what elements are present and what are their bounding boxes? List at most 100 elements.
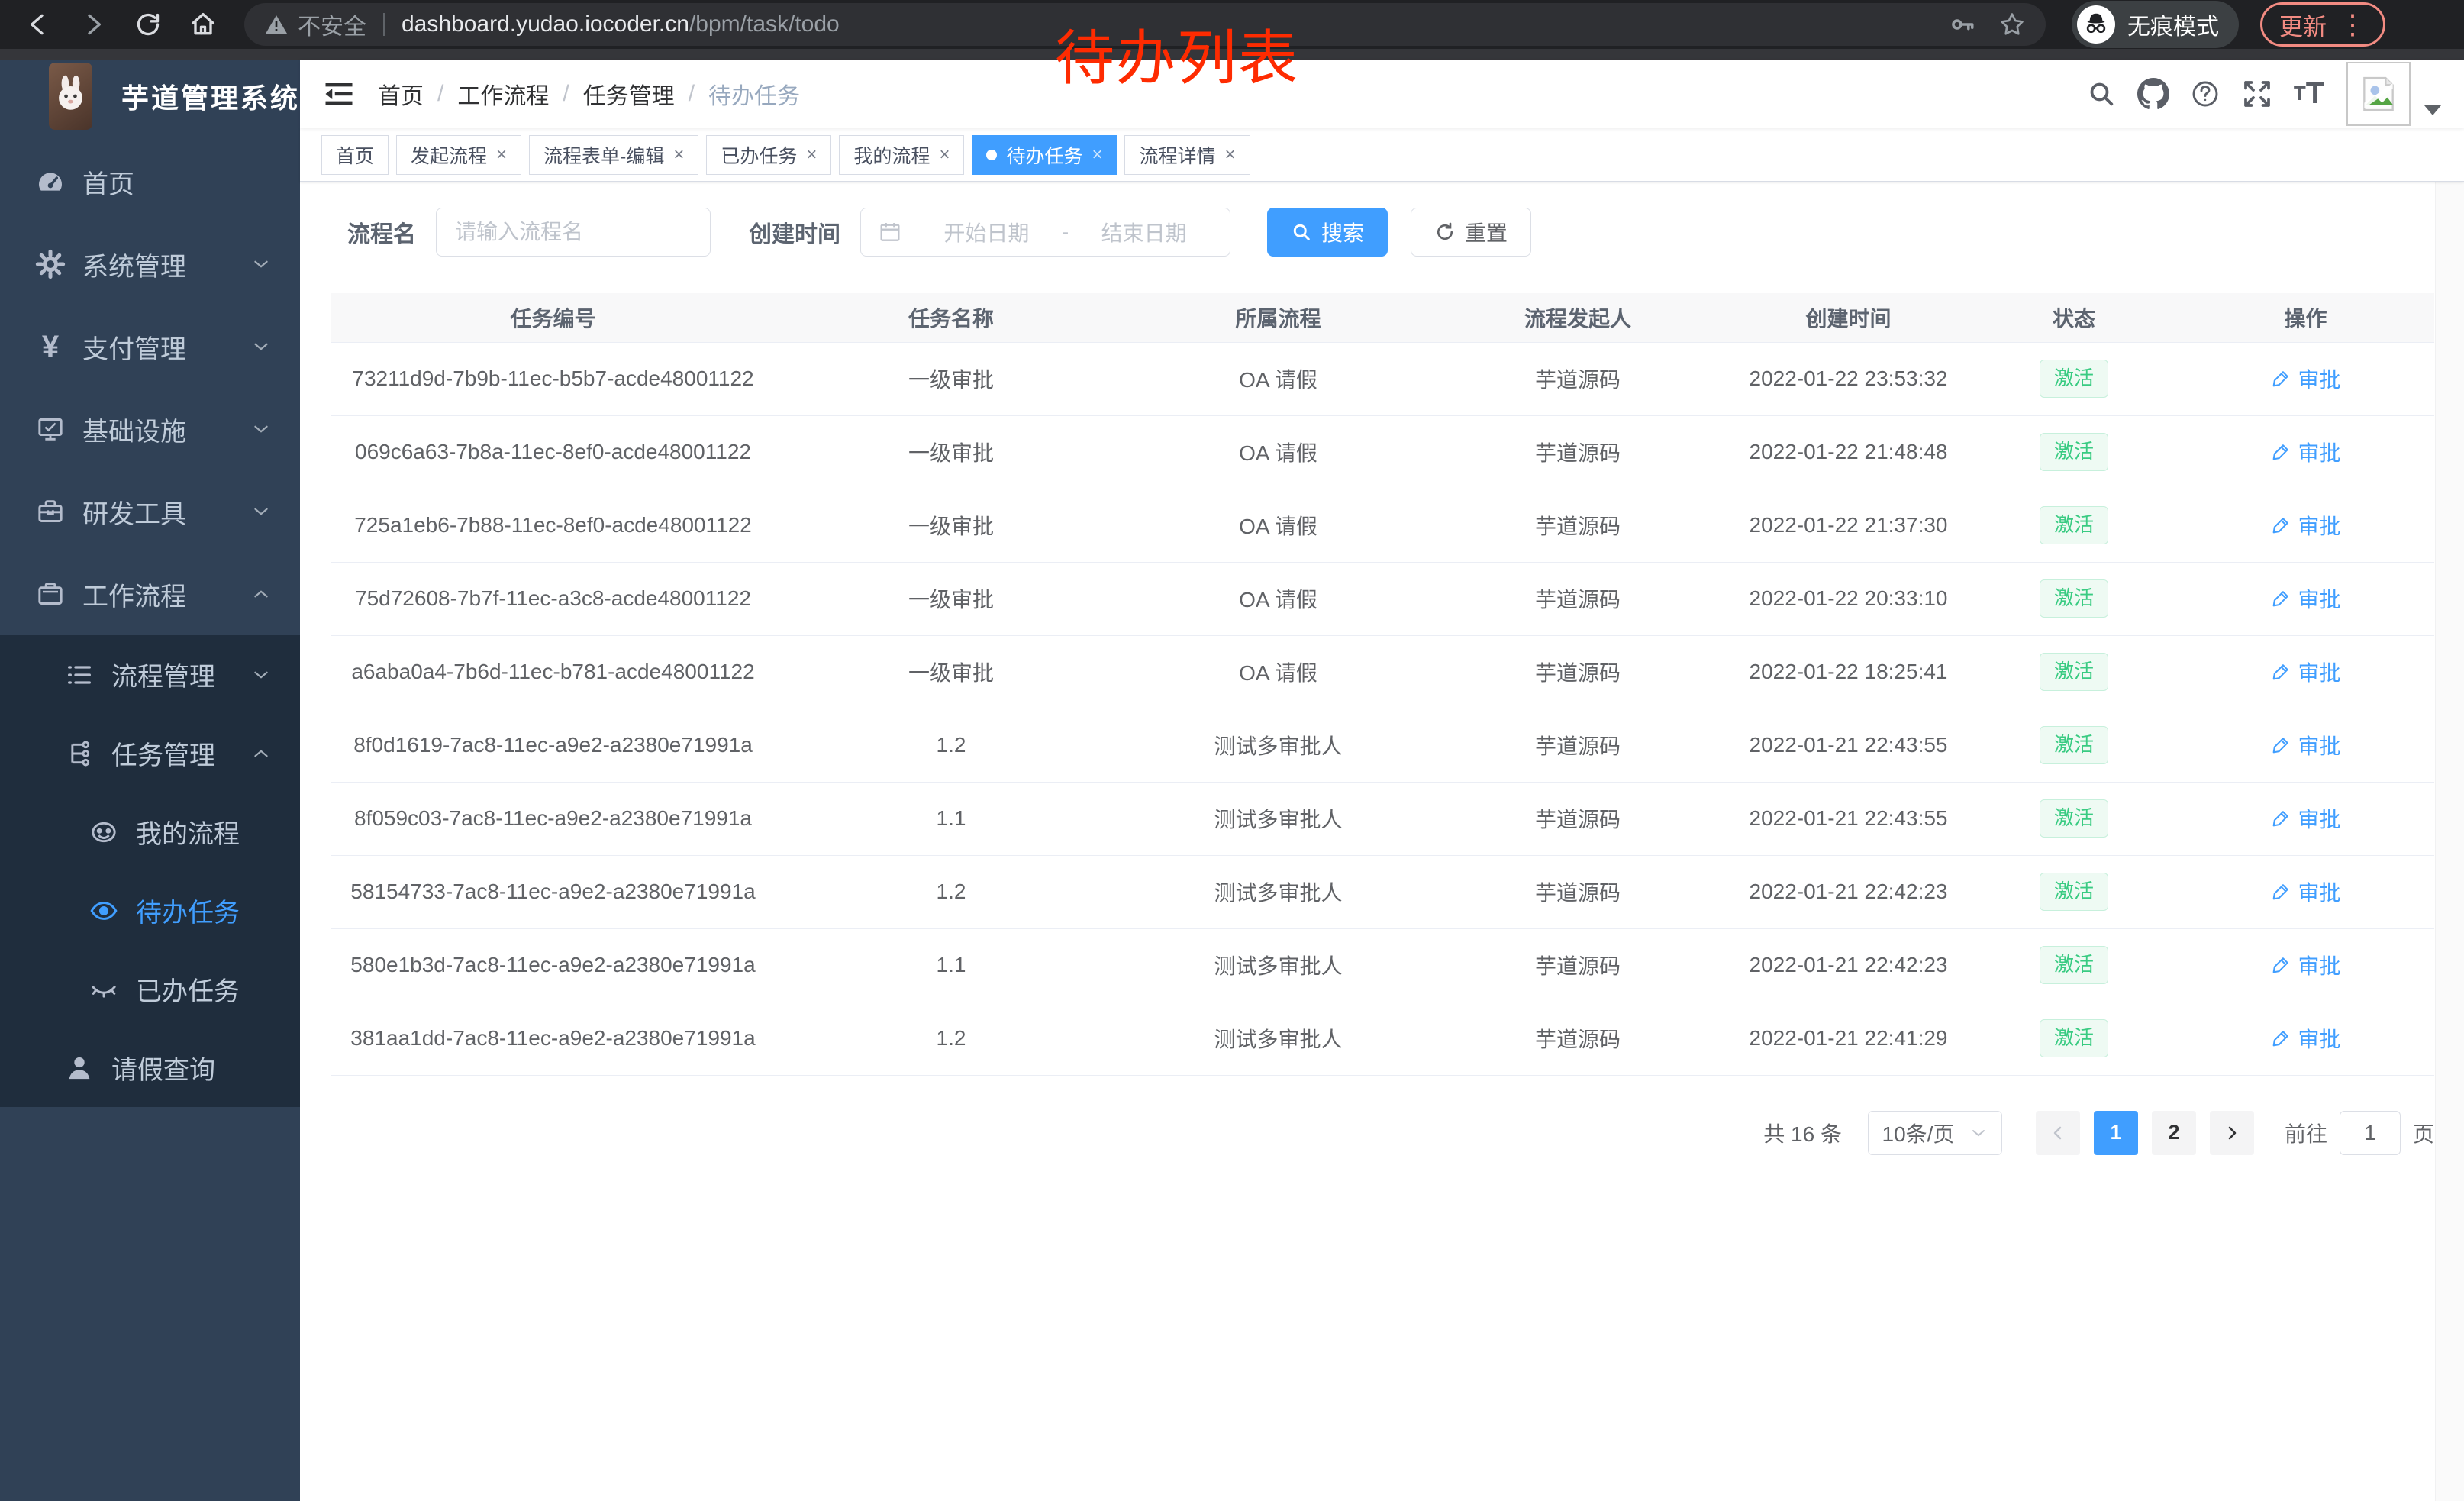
back-icon[interactable] [17, 3, 60, 46]
created-time-cell: 2022-01-22 21:37:30 [1726, 489, 1971, 562]
tags-view: 首页 发起流程 × 流程表单-编辑 × 已办任务 × 我的流程 [300, 128, 2464, 182]
approve-link[interactable]: 审批 [2270, 510, 2340, 541]
update-button[interactable]: 更新 ⋮ [2260, 2, 2385, 47]
sidebar-item-my-process[interactable]: 我的流程 [0, 792, 300, 871]
sidebar-item-task-mgmt[interactable]: 任务管理 [0, 714, 300, 792]
star-icon[interactable] [1998, 11, 2026, 38]
sidebar-item-workflow[interactable]: 工作流程 [0, 553, 300, 635]
key-icon[interactable] [1950, 11, 1975, 37]
caret-down-icon[interactable] [2424, 105, 2441, 115]
task-id-cell: 381aa1dd-7ac8-11ec-a9e2-a2380e71991a [331, 1002, 776, 1075]
browser-menu-icon[interactable]: ⋮ [2339, 11, 2366, 38]
sidebar-item-label: 请假查询 [111, 1049, 215, 1086]
sidebar-item-label: 研发工具 [82, 493, 186, 531]
page-size-select[interactable]: 10条/页 [1868, 1111, 2002, 1155]
breadcrumb-item[interactable]: 任务管理 [583, 77, 675, 111]
table-row: 580e1b3d-7ac8-11ec-a9e2-a2380e71991a 1.1… [331, 928, 2434, 1002]
help-icon[interactable] [2185, 73, 2226, 115]
table-row: 58154733-7ac8-11ec-a9e2-a2380e71991a 1.2… [331, 855, 2434, 928]
tab-close-icon[interactable]: × [1092, 146, 1102, 164]
tab[interactable]: 流程详情 × [1124, 135, 1250, 175]
tab[interactable]: 流程表单-编辑 × [529, 135, 698, 175]
chevron-down-icon [251, 419, 271, 439]
breadcrumb: 首页 / 工作流程 / 任务管理 / 待办任务 [378, 77, 800, 111]
task-name-cell: 一级审批 [776, 342, 1127, 415]
sidebar-item-done-tasks[interactable]: 已办任务 [0, 950, 300, 1028]
sidebar-item-infra[interactable]: 基础设施 [0, 388, 300, 470]
table-row: 75d72608-7b7f-11ec-a3c8-acde48001122 一级审… [331, 562, 2434, 635]
chevron-up-icon [251, 744, 271, 763]
font-size-icon[interactable]: TT [2288, 73, 2330, 115]
breadcrumb-item[interactable]: 工作流程 [457, 77, 549, 111]
tab[interactable]: 待办任务 × [972, 135, 1117, 175]
approve-link[interactable]: 审批 [2270, 583, 2340, 614]
fullscreen-icon[interactable] [2237, 73, 2278, 115]
sidebar-item-leave-query[interactable]: 请假查询 [0, 1028, 300, 1107]
edit-pencil-icon [2270, 734, 2291, 756]
github-icon[interactable] [2133, 73, 2174, 115]
tab-close-icon[interactable]: × [939, 146, 950, 164]
approve-link[interactable]: 审批 [2270, 363, 2340, 394]
chevron-down-icon [251, 254, 271, 274]
sidebar-item-process-mgmt[interactable]: 流程管理 [0, 635, 300, 714]
sidebar-item-system[interactable]: 系统管理 [0, 223, 300, 305]
toolbox-icon [34, 496, 67, 527]
logo-row[interactable]: 芋道管理系统 [0, 60, 300, 133]
tab[interactable]: 发起流程 × [396, 135, 521, 175]
edit-pencil-icon [2270, 441, 2291, 463]
table-row: 069c6a63-7b8a-11ec-8ef0-acde48001122 一级审… [331, 415, 2434, 489]
next-page-button[interactable] [2210, 1111, 2254, 1155]
approve-link[interactable]: 审批 [2270, 1023, 2340, 1054]
tab-close-icon[interactable]: × [806, 146, 817, 164]
task-name-cell: 一级审批 [776, 635, 1127, 709]
page-button-2[interactable]: 2 [2152, 1111, 2196, 1155]
home-icon[interactable] [182, 3, 224, 46]
navbar: 首页 / 工作流程 / 任务管理 / 待办任务 [300, 60, 2464, 128]
task-name-cell: 1.1 [776, 928, 1127, 1002]
approve-link[interactable]: 审批 [2270, 437, 2340, 467]
reload-icon[interactable] [127, 3, 169, 46]
warning-icon [264, 12, 289, 37]
sidebar-item-todo-tasks[interactable]: 待办任务 [0, 871, 300, 950]
task-name-cell: 一级审批 [776, 489, 1127, 562]
breadcrumb-item[interactable]: 首页 [378, 77, 424, 111]
approve-link[interactable]: 审批 [2270, 950, 2340, 980]
approve-link[interactable]: 审批 [2270, 657, 2340, 687]
status-badge: 激活 [2040, 873, 2108, 910]
search-icon[interactable] [2081, 73, 2122, 115]
process-cell: OA 请假 [1127, 635, 1430, 709]
scrollbar-gutter[interactable] [2435, 60, 2464, 1501]
tab[interactable]: 我的流程 × [839, 135, 964, 175]
tab[interactable]: 已办任务 × [706, 135, 831, 175]
approve-link[interactable]: 审批 [2270, 730, 2340, 760]
tab[interactable]: 首页 [321, 135, 389, 175]
tab-close-icon[interactable]: × [496, 146, 507, 164]
task-name-cell: 一级审批 [776, 415, 1127, 489]
process-name-input[interactable] [436, 208, 711, 257]
reset-button[interactable]: 重置 [1411, 208, 1531, 257]
process-cell: 测试多审批人 [1127, 1002, 1430, 1075]
forward-icon[interactable] [72, 3, 114, 46]
avatar[interactable] [2346, 62, 2411, 126]
tab-close-icon[interactable]: × [1225, 146, 1236, 164]
sidebar-fold-icon[interactable] [323, 78, 355, 110]
created-time-cell: 2022-01-22 18:25:41 [1726, 635, 1971, 709]
sidebar-item-home[interactable]: 首页 [0, 140, 300, 223]
sidebar-item-devtools[interactable]: 研发工具 [0, 470, 300, 553]
sidebar-item-payment[interactable]: ¥ 支付管理 [0, 305, 300, 388]
process-cell: 测试多审批人 [1127, 855, 1430, 928]
search-button[interactable]: 搜索 [1267, 208, 1388, 257]
approve-link[interactable]: 审批 [2270, 876, 2340, 907]
goto-page-input[interactable] [2340, 1111, 2401, 1155]
sidebar-item-label: 首页 [82, 163, 134, 201]
security-warning[interactable]: 不安全 [264, 8, 366, 41]
gear-icon [34, 249, 67, 279]
tab-close-icon[interactable]: × [673, 146, 684, 164]
sidebar-item-label: 工作流程 [82, 576, 186, 613]
status-badge: 激活 [2040, 360, 2108, 397]
task-id-cell: 580e1b3d-7ac8-11ec-a9e2-a2380e71991a [331, 928, 776, 1002]
date-range-picker[interactable]: 开始日期 - 结束日期 [860, 208, 1230, 257]
prev-page-button[interactable] [2036, 1111, 2080, 1155]
page-button-1[interactable]: 1 [2094, 1111, 2138, 1155]
approve-link[interactable]: 审批 [2270, 803, 2340, 834]
